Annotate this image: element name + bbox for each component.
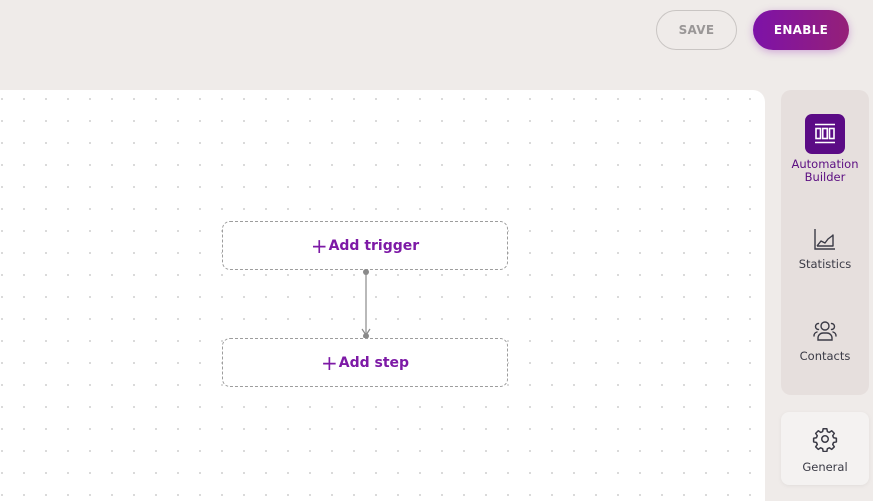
sidebar-item-automation-builder[interactable]: Automation Builder	[781, 114, 869, 184]
sidebar-item-label: Contacts	[799, 349, 851, 363]
sidebar-item-label: General	[802, 460, 848, 474]
top-bar: SAVE ENABLE	[0, 0, 873, 90]
automation-builder-icon	[805, 114, 845, 154]
plus-icon: +	[310, 233, 328, 258]
add-step-button[interactable]: + Add step	[222, 338, 508, 387]
sidebar: Automation Builder Statistics Contacts	[781, 90, 869, 395]
gear-icon	[812, 426, 838, 452]
enable-button[interactable]: ENABLE	[753, 10, 849, 50]
label-line-2: Builder	[804, 170, 846, 184]
sidebar-item-general[interactable]: General	[781, 412, 869, 485]
users-icon	[812, 318, 838, 344]
connector-arrow	[361, 269, 371, 339]
save-button[interactable]: SAVE	[656, 10, 737, 50]
sidebar-item-statistics[interactable]: Statistics	[781, 226, 869, 271]
sidebar-item-contacts[interactable]: Contacts	[781, 318, 869, 363]
sidebar-item-label: Automation Builder	[792, 158, 859, 184]
add-step-label: Add step	[338, 354, 410, 371]
add-trigger-label: Add trigger	[328, 237, 420, 254]
sidebar-item-label: Statistics	[798, 257, 852, 271]
add-trigger-button[interactable]: + Add trigger	[222, 221, 508, 270]
automation-canvas[interactable]: + Add trigger + Add step	[0, 90, 765, 501]
chart-icon	[812, 226, 838, 252]
plus-icon: +	[320, 350, 338, 375]
